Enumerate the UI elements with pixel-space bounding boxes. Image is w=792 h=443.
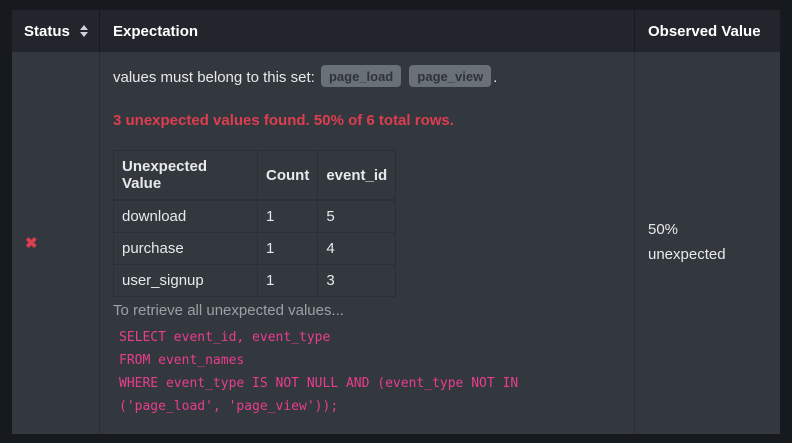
table-row: purchase 1 4 [114, 233, 396, 265]
retrieve-values-note: To retrieve all unexpected values... [113, 302, 620, 319]
expectation-intro-suffix: . [493, 69, 497, 86]
unexpected-value-cell: download [114, 200, 258, 233]
expectation-header-label: Expectation [113, 23, 198, 40]
validation-results-table: Status Expectation Observed Value ✖ valu… [12, 10, 780, 434]
column-header-status[interactable]: Status [12, 10, 100, 52]
count-cell: 1 [258, 265, 318, 297]
table-header-row: Status Expectation Observed Value [12, 10, 780, 52]
value-set-badge: page_load [321, 65, 401, 87]
sql-query-snippet: SELECT event_id, event_type FROM event_n… [113, 326, 620, 418]
column-header-observed-value: Observed Value [635, 10, 780, 52]
unexpected-values-warning: 3 unexpected values found. 50% of 6 tota… [113, 112, 620, 129]
count-column-header: Count [258, 151, 318, 201]
status-cell: ✖ [12, 52, 100, 434]
expectation-intro-text: values must belong to this set: [113, 69, 315, 86]
expectation-cell: values must belong to this set: page_loa… [100, 52, 635, 434]
expectation-description: values must belong to this set: page_loa… [113, 65, 620, 89]
table-row: user_signup 1 3 [114, 265, 396, 297]
sql-line: WHERE event_type IS NOT NULL AND (event_… [119, 376, 518, 391]
unexpected-values-table: Unexpected Value Count event_id download… [113, 150, 396, 297]
count-cell: 1 [258, 233, 318, 265]
sql-line: ('page_load', 'page_view')); [119, 399, 338, 414]
expectation-result-row: ✖ values must belong to this set: page_l… [12, 52, 780, 434]
unexpected-table-header-row: Unexpected Value Count event_id [114, 151, 396, 201]
observed-value-header-label: Observed Value [648, 23, 761, 40]
event-id-column-header: event_id [318, 151, 396, 201]
event-id-cell: 4 [318, 233, 396, 265]
event-id-cell: 3 [318, 265, 396, 297]
unexpected-value-cell: purchase [114, 233, 258, 265]
sort-icon[interactable] [80, 25, 88, 37]
status-header-label: Status [24, 23, 70, 40]
observed-value-text: 50% unexpected [648, 218, 748, 268]
event-id-cell: 5 [318, 200, 396, 233]
table-row: download 1 5 [114, 200, 396, 233]
count-cell: 1 [258, 200, 318, 233]
sql-line: SELECT event_id, event_type [119, 330, 330, 345]
sort-down-arrow-icon [80, 32, 88, 37]
column-header-expectation: Expectation [100, 10, 635, 52]
unexpected-value-cell: user_signup [114, 265, 258, 297]
failed-status-icon: ✖ [25, 236, 38, 251]
sql-line: FROM event_names [119, 353, 244, 368]
observed-value-cell: 50% unexpected [635, 52, 780, 434]
value-set-badge: page_view [409, 65, 491, 87]
sort-up-arrow-icon [80, 25, 88, 30]
unexpected-value-column-header: Unexpected Value [114, 151, 258, 201]
